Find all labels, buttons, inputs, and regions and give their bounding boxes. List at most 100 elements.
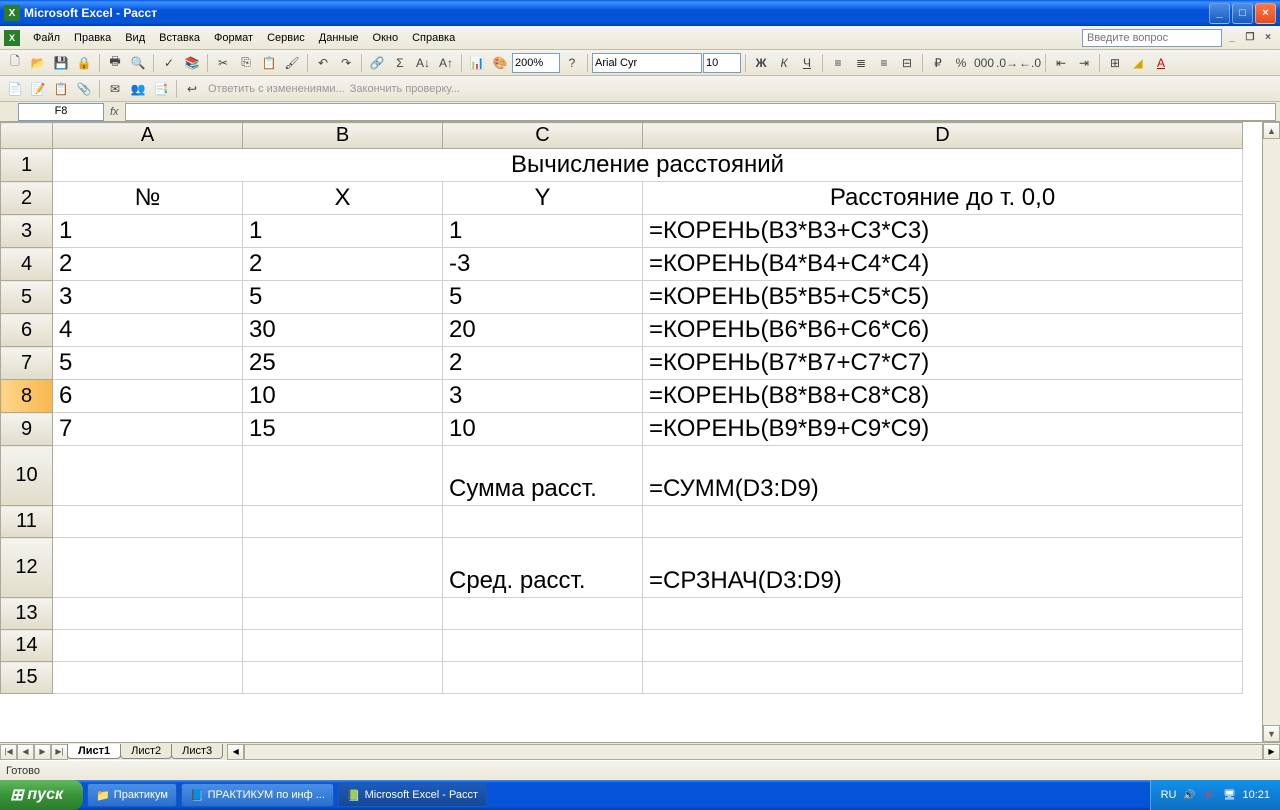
- cell[interactable]: 5: [243, 281, 443, 314]
- review-icon-3[interactable]: 📋: [50, 78, 72, 100]
- inc-indent-icon[interactable]: ⇥: [1073, 52, 1095, 74]
- underline-icon[interactable]: Ч: [796, 52, 818, 74]
- col-header[interactable]: C: [443, 123, 643, 149]
- cell[interactable]: 10: [443, 413, 643, 446]
- fx-icon[interactable]: fx: [110, 106, 119, 118]
- sheet-tab[interactable]: Лист1: [67, 744, 121, 759]
- dec-decimal-icon[interactable]: ←.0: [1019, 52, 1041, 74]
- cell[interactable]: [243, 598, 443, 630]
- inc-decimal-icon[interactable]: .0→: [996, 52, 1018, 74]
- cell[interactable]: =КОРЕНЬ(B9*B9+C9*C9): [643, 413, 1243, 446]
- menu-view[interactable]: Вид: [118, 30, 152, 46]
- sheet-tab[interactable]: Лист3: [171, 744, 223, 759]
- spell-icon[interactable]: ✓: [158, 52, 180, 74]
- row-header[interactable]: 6: [1, 314, 53, 347]
- cell[interactable]: [53, 538, 243, 598]
- zoom-combo[interactable]: [512, 53, 560, 73]
- taskbar-item[interactable]: 📗Microsoft Excel - Расст: [338, 783, 487, 807]
- print-icon[interactable]: 🖶: [104, 52, 126, 74]
- cell[interactable]: 25: [243, 347, 443, 380]
- taskbar-item[interactable]: 📘ПРАКТИКУМ по инф ...: [181, 783, 334, 807]
- new-icon[interactable]: 🗋: [4, 52, 26, 74]
- merge-icon[interactable]: ⊟: [896, 52, 918, 74]
- doc-close-button[interactable]: ×: [1260, 31, 1276, 45]
- vertical-scrollbar[interactable]: ▲ ▼: [1262, 122, 1280, 742]
- cell[interactable]: 1: [243, 215, 443, 248]
- fill-color-icon[interactable]: ◢: [1127, 52, 1149, 74]
- cell[interactable]: 6: [53, 380, 243, 413]
- menu-file[interactable]: Файл: [26, 30, 67, 46]
- row-header[interactable]: 9: [1, 413, 53, 446]
- cell[interactable]: №: [53, 182, 243, 215]
- cell[interactable]: [643, 506, 1243, 538]
- review-reply-icon[interactable]: ↩: [181, 78, 203, 100]
- align-left-icon[interactable]: ≡: [827, 52, 849, 74]
- app-icon[interactable]: X: [4, 30, 20, 46]
- cell[interactable]: =КОРЕНЬ(B6*B6+C6*C6): [643, 314, 1243, 347]
- cell[interactable]: X: [243, 182, 443, 215]
- cell[interactable]: 10: [243, 380, 443, 413]
- autosum-icon[interactable]: Σ: [389, 52, 411, 74]
- undo-icon[interactable]: ↶: [312, 52, 334, 74]
- hyperlink-icon[interactable]: 🔗: [366, 52, 388, 74]
- col-header[interactable]: D: [643, 123, 1243, 149]
- save-icon[interactable]: 💾: [50, 52, 72, 74]
- review-icon-5[interactable]: ✉: [104, 78, 126, 100]
- cell[interactable]: 5: [443, 281, 643, 314]
- taskbar-item[interactable]: 📁Практикум: [87, 783, 177, 807]
- close-button[interactable]: ×: [1255, 3, 1276, 24]
- bold-icon[interactable]: Ж: [750, 52, 772, 74]
- name-box[interactable]: F8: [18, 103, 104, 121]
- col-header[interactable]: B: [243, 123, 443, 149]
- cell[interactable]: Y: [443, 182, 643, 215]
- drawing-icon[interactable]: 🎨: [489, 52, 511, 74]
- cell[interactable]: 1: [53, 215, 243, 248]
- chart-icon[interactable]: 📊: [466, 52, 488, 74]
- cell[interactable]: [643, 598, 1243, 630]
- align-right-icon[interactable]: ≡: [873, 52, 895, 74]
- row-header[interactable]: 2: [1, 182, 53, 215]
- row-header[interactable]: 10: [1, 446, 53, 506]
- row-header[interactable]: 14: [1, 630, 53, 662]
- cell[interactable]: [53, 630, 243, 662]
- tab-first-icon[interactable]: |◀: [0, 744, 17, 760]
- menu-insert[interactable]: Вставка: [152, 30, 207, 46]
- cell[interactable]: 2: [53, 248, 243, 281]
- minimize-button[interactable]: _: [1209, 3, 1230, 24]
- scroll-up-icon[interactable]: ▲: [1263, 122, 1280, 139]
- cell[interactable]: [443, 506, 643, 538]
- row-header[interactable]: 15: [1, 662, 53, 694]
- doc-restore-button[interactable]: ❐: [1242, 31, 1258, 45]
- cell[interactable]: [53, 506, 243, 538]
- cell[interactable]: [643, 662, 1243, 694]
- row-header[interactable]: 5: [1, 281, 53, 314]
- copy-icon[interactable]: ⎘: [235, 52, 257, 74]
- select-all-corner[interactable]: [1, 123, 53, 149]
- menu-window[interactable]: Окно: [366, 30, 406, 46]
- row-header[interactable]: 8: [1, 380, 53, 413]
- menu-edit[interactable]: Правка: [67, 30, 118, 46]
- cell[interactable]: [443, 630, 643, 662]
- cell[interactable]: [53, 446, 243, 506]
- cell[interactable]: 4: [53, 314, 243, 347]
- cell[interactable]: [243, 662, 443, 694]
- cell[interactable]: [243, 630, 443, 662]
- row-header[interactable]: 11: [1, 506, 53, 538]
- paste-icon[interactable]: 📋: [258, 52, 280, 74]
- permissions-icon[interactable]: 🔒: [73, 52, 95, 74]
- menu-tools[interactable]: Сервис: [260, 30, 312, 46]
- redo-icon[interactable]: ↷: [335, 52, 357, 74]
- cell[interactable]: =КОРЕНЬ(B7*B7+C7*C7): [643, 347, 1243, 380]
- row-header[interactable]: 1: [1, 149, 53, 182]
- cell[interactable]: 2: [243, 248, 443, 281]
- cell[interactable]: [643, 630, 1243, 662]
- dec-indent-icon[interactable]: ⇤: [1050, 52, 1072, 74]
- help-icon[interactable]: ?: [561, 52, 583, 74]
- cell[interactable]: 30: [243, 314, 443, 347]
- cell[interactable]: 5: [53, 347, 243, 380]
- font-combo[interactable]: [592, 53, 702, 73]
- italic-icon[interactable]: К: [773, 52, 795, 74]
- preview-icon[interactable]: 🔍: [127, 52, 149, 74]
- scroll-left-icon[interactable]: ◀: [227, 744, 244, 760]
- row-header[interactable]: 4: [1, 248, 53, 281]
